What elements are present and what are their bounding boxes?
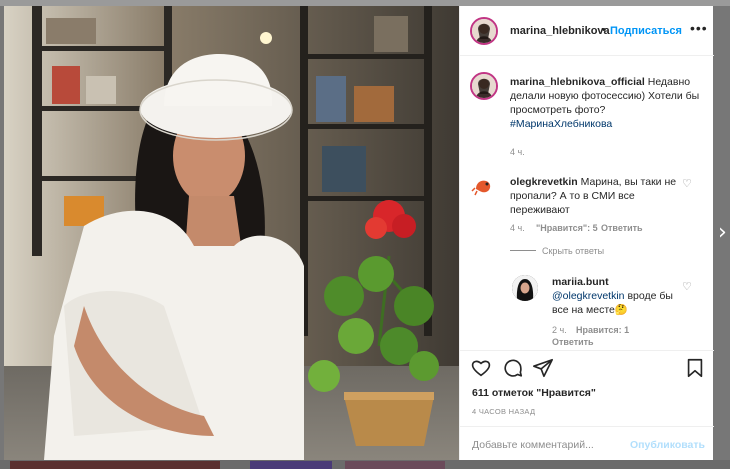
- like-heart-icon[interactable]: [470, 357, 492, 379]
- comment-likes[interactable]: "Нравится": 5: [536, 223, 598, 233]
- caption-time[interactable]: 4 ч.: [510, 147, 525, 157]
- comments-list[interactable]: marina_hlebnikova_official Недавно делал…: [460, 57, 714, 357]
- background-thumbnail: [250, 461, 332, 469]
- likes-count[interactable]: 611 отметок "Нравится": [472, 387, 596, 399]
- background-thumbnail: [345, 461, 445, 469]
- save-bookmark-icon[interactable]: [684, 357, 706, 379]
- reply-like-heart-icon[interactable]: ♡: [682, 280, 692, 293]
- author-username[interactable]: marina_hlebnikova: [510, 25, 610, 37]
- follow-button[interactable]: Подписаться: [610, 25, 682, 37]
- caption-hashtag[interactable]: #МаринаХлебникова: [510, 118, 612, 130]
- post-side-panel: marina_hlebnikova • Подписаться ••• mari…: [459, 6, 714, 460]
- reply-reply-button[interactable]: Ответить: [552, 337, 594, 347]
- reply-likes[interactable]: Нравится: 1: [576, 325, 629, 335]
- more-options-icon[interactable]: •••: [690, 20, 708, 36]
- post-time-ago[interactable]: 4 ЧАСОВ НАЗАД: [472, 407, 535, 416]
- caption-author[interactable]: marina_hlebnikova_official: [510, 76, 645, 88]
- add-comment-bar: Добавьте комментарий... Опубликовать: [460, 426, 714, 460]
- comment-input[interactable]: Добавьте комментарий...: [472, 439, 594, 451]
- comment-like-heart-icon[interactable]: ♡: [682, 177, 692, 190]
- comment-text: olegkrevetkin Марина, вы таки не пропали…: [510, 175, 680, 217]
- post-header: marina_hlebnikova • Подписаться •••: [460, 6, 714, 56]
- post-actions: 611 отметок "Нравится" 4 ЧАСОВ НАЗАД: [460, 350, 714, 430]
- reply-text: mariia.bunt @olegkrevetkin вроде бы все …: [552, 275, 682, 317]
- next-post-arrow-icon[interactable]: ›: [718, 220, 727, 245]
- publish-button[interactable]: Опубликовать: [630, 439, 705, 451]
- comment-icon[interactable]: [502, 357, 524, 379]
- author-avatar[interactable]: [470, 17, 498, 45]
- comment-time[interactable]: 4 ч.: [510, 223, 525, 233]
- comment-author[interactable]: olegkrevetkin: [510, 176, 578, 188]
- post-photo[interactable]: [4, 6, 459, 460]
- reply-mention[interactable]: @olegkrevetkin: [552, 290, 625, 302]
- share-direct-icon[interactable]: [532, 357, 554, 379]
- reply-time[interactable]: 2 ч.: [552, 325, 567, 335]
- caption: marina_hlebnikova_official Недавно делал…: [510, 75, 700, 131]
- reply-author[interactable]: mariia.bunt: [552, 276, 609, 288]
- commenter-avatar[interactable]: [470, 173, 496, 199]
- hide-replies-button[interactable]: Скрыть ответы: [542, 246, 604, 256]
- background-thumbnail: [10, 461, 220, 469]
- comment-reply-button[interactable]: Ответить: [601, 223, 643, 233]
- hide-replies-line: [510, 250, 536, 251]
- separator-dot: •: [602, 24, 606, 36]
- caption-author-avatar[interactable]: [470, 72, 498, 100]
- reply-author-avatar[interactable]: [512, 275, 538, 301]
